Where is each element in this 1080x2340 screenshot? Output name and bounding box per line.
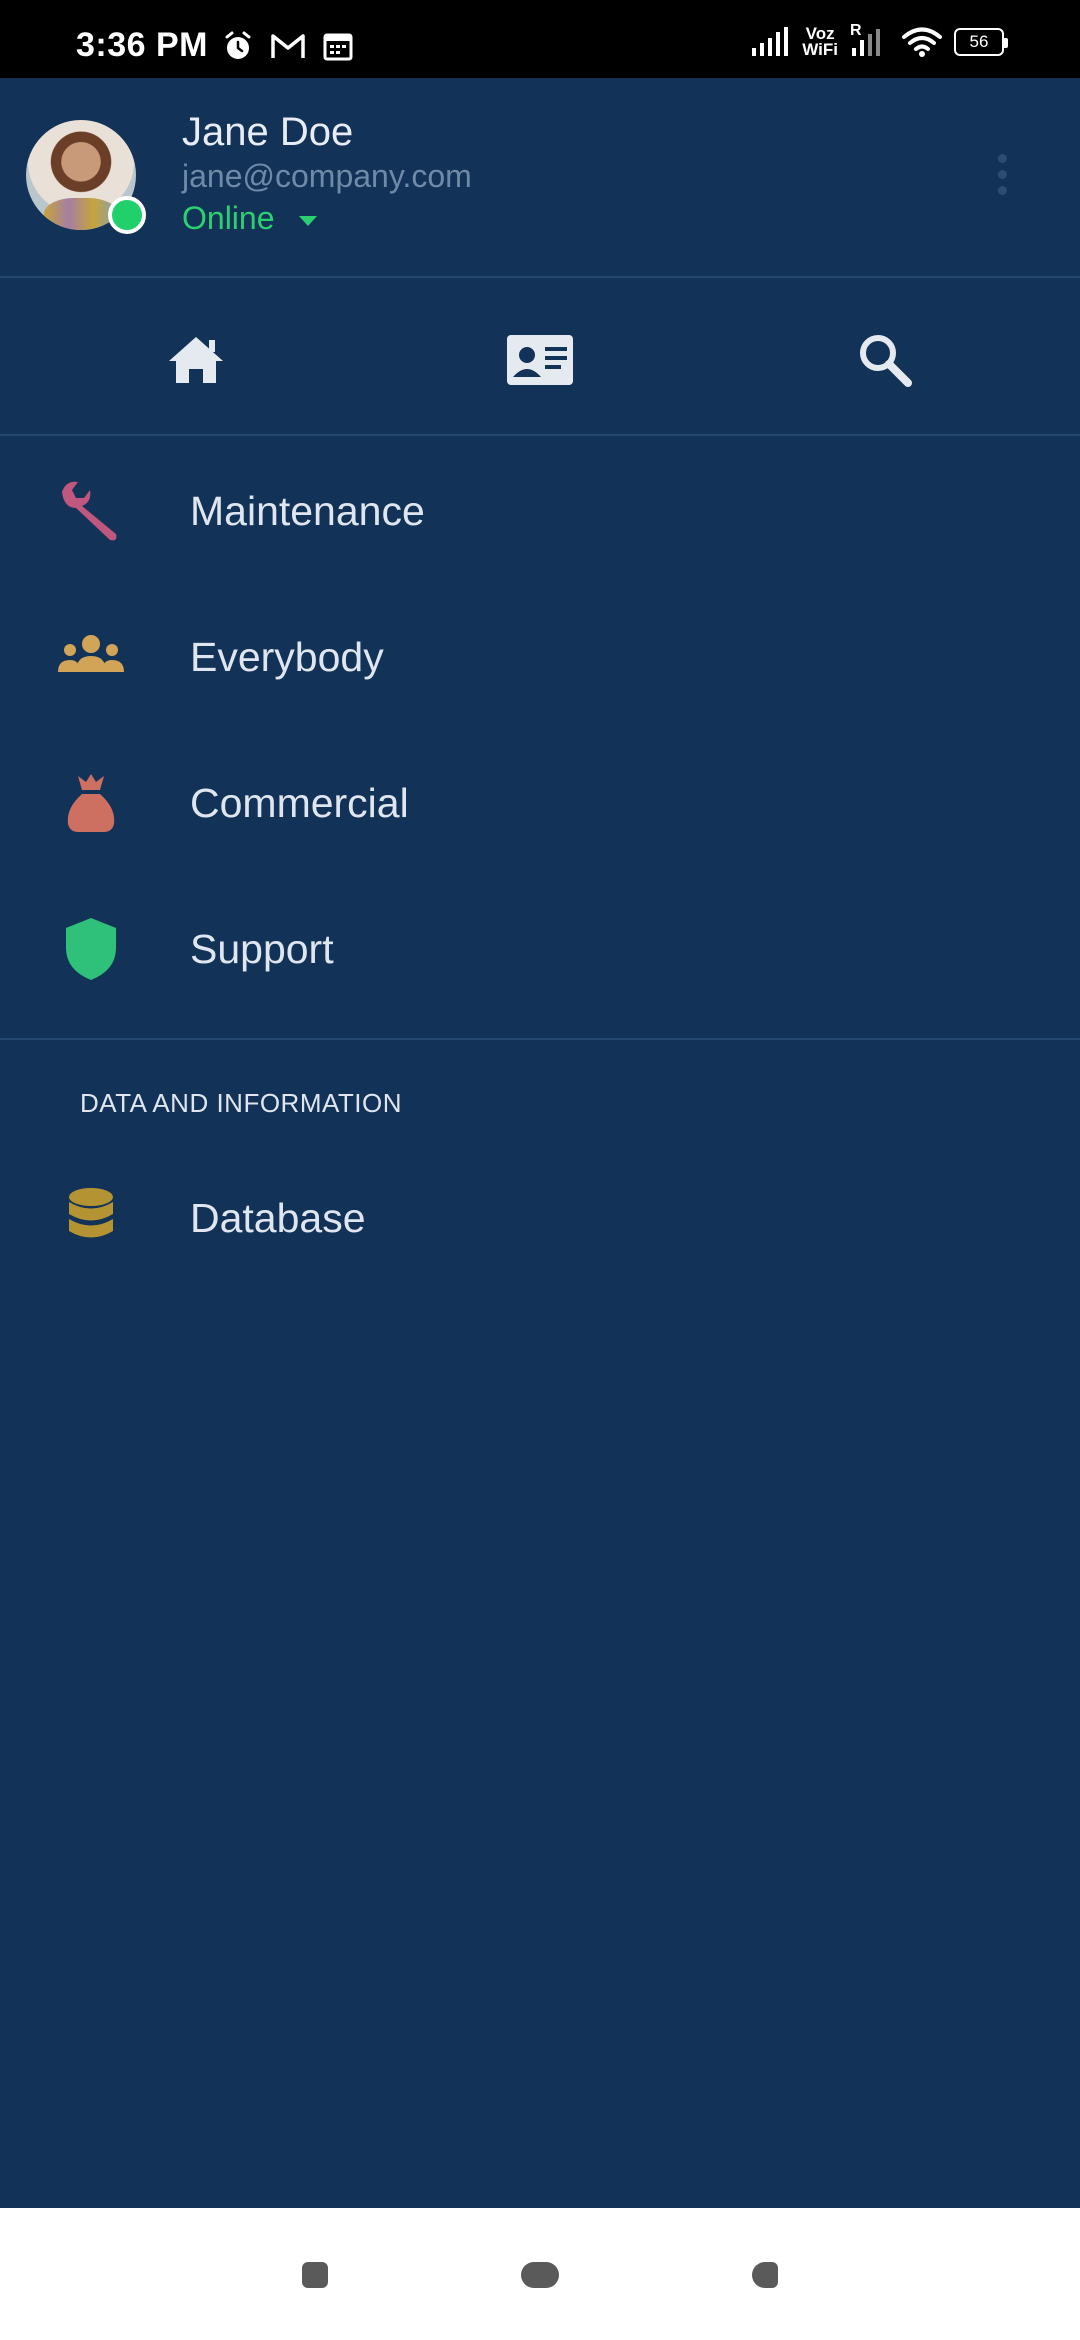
menu-item-label: Everybody (190, 633, 384, 680)
menu-item-label: Support (190, 925, 334, 972)
signal-roaming-icon (852, 29, 880, 56)
recents-button[interactable] (302, 2262, 328, 2288)
menu-item-label: Commercial (190, 779, 409, 826)
section-divider (0, 1038, 1080, 1040)
wifi-icon (902, 27, 942, 57)
menu-list: Maintenance Everybody Commercial Support (0, 438, 1080, 1022)
menu-item-database[interactable]: Database (0, 1145, 1080, 1291)
status-left-icons (222, 30, 354, 62)
money-bag-icon (56, 768, 126, 838)
drawer-tabs (0, 280, 1080, 436)
avatar-scarf (44, 198, 118, 230)
tab-contacts[interactable] (505, 325, 575, 395)
database-icon (56, 1183, 126, 1253)
user-email: jane@company.com (182, 158, 472, 194)
status-bar: 3:36 PM Voz WiFi R 56 (0, 0, 1080, 78)
menu-item-label: Maintenance (190, 487, 425, 534)
system-navigation-bar (0, 2208, 1080, 2340)
gmail-icon (271, 34, 305, 58)
roaming-signal: R (850, 22, 890, 58)
profile-header[interactable]: Jane Doe jane@company.com Online (0, 78, 1080, 278)
calendar-icon (323, 33, 353, 61)
wrench-icon (56, 476, 126, 546)
online-status-dot (108, 196, 146, 234)
contact-card-icon (507, 335, 573, 385)
shield-icon (56, 914, 126, 984)
navigation-drawer: 3:36 PM Voz WiFi R 56 Jane Doe jane@comp… (0, 0, 1080, 2340)
battery-indicator: 56 (954, 28, 1008, 56)
menu-item-label: Database (190, 1194, 366, 1241)
tab-home[interactable] (161, 325, 231, 395)
menu-item-everybody[interactable]: Everybody (0, 584, 1080, 730)
tab-search[interactable] (850, 325, 920, 395)
section-title: DATA AND INFORMATION (80, 1088, 403, 1118)
signal-icon (752, 27, 789, 56)
more-vert-icon[interactable] (996, 154, 1008, 200)
status-selector[interactable]: Online (182, 200, 317, 237)
status-time: 3:36 PM (76, 26, 208, 64)
wifi-label: WiFi (802, 40, 838, 59)
home-icon (169, 337, 223, 383)
menu-item-support[interactable]: Support (0, 876, 1080, 1022)
status-right-icons: Voz WiFi R 56 (750, 22, 1008, 59)
back-button[interactable] (752, 2262, 778, 2288)
home-button[interactable] (521, 2262, 559, 2288)
people-icon (56, 622, 126, 692)
alarm-icon (225, 31, 251, 59)
user-name: Jane Doe (182, 110, 354, 154)
menu-item-commercial[interactable]: Commercial (0, 730, 1080, 876)
menu-item-maintenance[interactable]: Maintenance (0, 438, 1080, 584)
status-label: Online (182, 200, 275, 236)
caret-down-icon (298, 215, 317, 226)
search-icon (860, 335, 912, 387)
voz-wifi-indicator: Voz WiFi (802, 25, 838, 59)
